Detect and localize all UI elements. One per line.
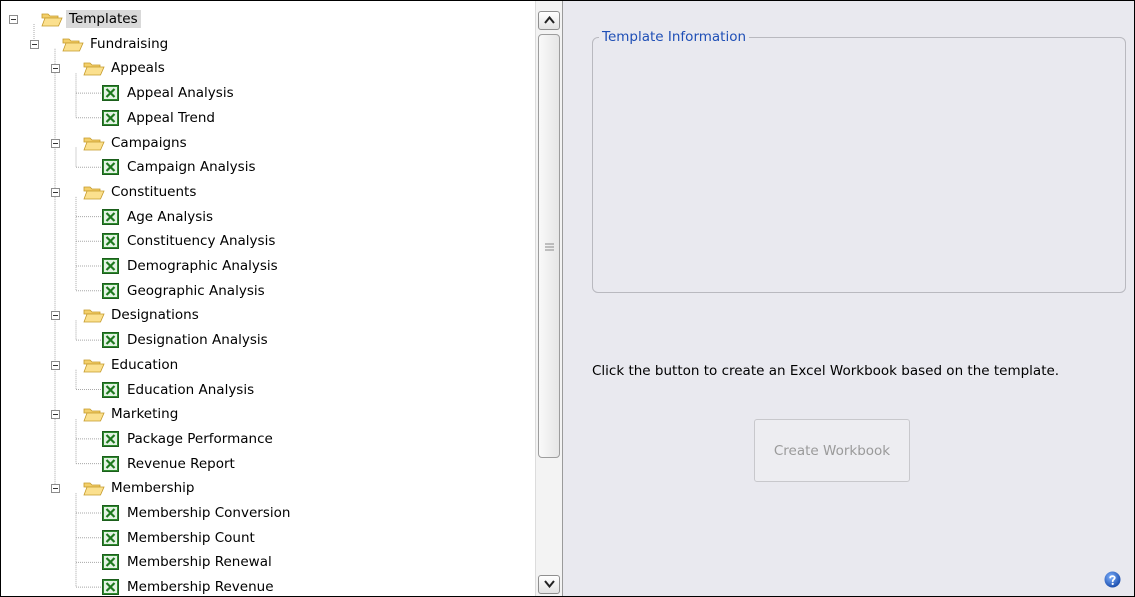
help-icon[interactable] [1104, 571, 1121, 588]
tree-node-fundraising[interactable]: Fundraising [62, 34, 171, 54]
tree-node-label: Appeal Trend [127, 109, 215, 126]
tree-node-membership-count[interactable]: Membership Count [102, 528, 258, 548]
excel-workbook-icon [102, 579, 119, 596]
tree-node-label: Revenue Report [127, 455, 235, 472]
tree-node-demographic-analysis[interactable]: Demographic Analysis [102, 256, 281, 276]
tree-node-designations[interactable]: Designations [83, 305, 202, 325]
collapse-icon[interactable] [51, 138, 60, 148]
tree-node-constituency-analysis[interactable]: Constituency Analysis [102, 231, 278, 251]
tree-node-geographic-analysis[interactable]: Geographic Analysis [102, 281, 268, 301]
excel-workbook-icon [102, 233, 119, 250]
excel-workbook-icon [102, 208, 119, 225]
open-folder-icon [62, 38, 84, 52]
tree-node-label: Age Analysis [127, 208, 214, 225]
tree-node-constituents[interactable]: Constituents [83, 182, 199, 202]
excel-workbook-icon [102, 109, 119, 126]
collapse-icon[interactable] [51, 484, 60, 494]
tree-node-label: Designation Analysis [127, 332, 268, 349]
tree-node-label: Designations [111, 307, 199, 324]
excel-workbook-icon [102, 282, 119, 299]
tree-node-label: Membership Revenue [127, 579, 274, 596]
tree-node-label: Templates [66, 10, 141, 28]
tree-node-label: Campaign Analysis [127, 159, 256, 176]
tree-node-marketing[interactable]: Marketing [83, 404, 181, 424]
tree-node-label: Education Analysis [127, 381, 255, 398]
tree-node-label: Demographic Analysis [127, 258, 278, 274]
tree-node-label: Constituency Analysis [127, 233, 276, 250]
tree-node-education-analysis[interactable]: Education Analysis [102, 380, 257, 400]
template-tree[interactable]: Templates Fundraising Appeals Appeal Analys… [1, 1, 535, 596]
open-folder-icon [83, 309, 105, 323]
open-folder-icon [83, 408, 105, 422]
excel-workbook-icon [102, 381, 119, 398]
excel-workbook-icon [102, 258, 119, 274]
instruction-text: Click the button to create an Excel Work… [592, 363, 1060, 379]
tree-node-membership-revenue[interactable]: Membership Revenue [102, 577, 277, 596]
tree-node-label: Constituents [111, 183, 197, 200]
collapse-icon[interactable] [51, 187, 60, 197]
collapse-icon[interactable] [51, 410, 60, 420]
collapse-icon[interactable] [30, 39, 39, 49]
tree-node-templates[interactable]: Templates [41, 9, 141, 29]
tree-node-appeals[interactable]: Appeals [83, 58, 168, 78]
open-folder-icon [83, 186, 105, 200]
excel-workbook-icon [102, 159, 119, 176]
tree-node-membership-conversion[interactable]: Membership Conversion [102, 503, 293, 523]
tree-node-label: Campaigns [111, 134, 187, 151]
tree-node-revenue-report[interactable]: Revenue Report [102, 454, 238, 474]
template-information-title: Template Information [599, 28, 750, 46]
open-folder-icon [83, 62, 105, 76]
chevron-down-icon [544, 580, 555, 588]
tree-node-label: Package Performance [127, 430, 273, 447]
tree-node-label: Marketing [111, 406, 179, 423]
scroll-thumb[interactable] [538, 34, 560, 458]
template-information-group: Template Information [592, 28, 1126, 293]
chevron-up-icon [544, 16, 555, 24]
scroll-up-button[interactable] [538, 11, 560, 30]
tree-node-label: Membership Renewal [127, 554, 272, 571]
tree-node-education[interactable]: Education [83, 355, 181, 375]
tree-node-label: Appeals [111, 60, 165, 77]
template-browser-window: Templates Fundraising Appeals Appeal Analys… [0, 0, 1135, 597]
tree-scrollbar[interactable] [535, 1, 563, 596]
excel-workbook-icon [102, 554, 119, 571]
excel-workbook-icon [102, 85, 119, 102]
collapse-icon[interactable] [51, 360, 60, 370]
tree-node-label: Membership [111, 480, 195, 497]
open-folder-icon [41, 13, 63, 27]
tree-node-label: Membership Conversion [127, 505, 291, 521]
excel-workbook-icon [102, 529, 119, 546]
collapse-icon[interactable] [9, 15, 18, 24]
grip-icon [545, 243, 554, 251]
open-folder-icon [83, 137, 105, 150]
tree-node-campaigns[interactable]: Campaigns [83, 133, 190, 153]
template-info-panel: Template Information Click the button to… [563, 1, 1134, 596]
tree-node-appeal-analysis[interactable]: Appeal Analysis [102, 83, 237, 103]
tree-node-campaign-analysis[interactable]: Campaign Analysis [102, 157, 258, 177]
tree-node-label: Membership Count [127, 529, 255, 546]
collapse-icon[interactable] [51, 64, 60, 74]
excel-workbook-icon [102, 455, 119, 472]
tree-node-label: Education [111, 356, 179, 373]
excel-workbook-icon [102, 332, 119, 349]
scroll-down-button[interactable] [538, 575, 560, 594]
open-folder-icon [83, 359, 105, 373]
excel-workbook-icon [102, 505, 119, 521]
tree-node-membership-renewal[interactable]: Membership Renewal [102, 552, 275, 572]
tree-node-label: Geographic Analysis [127, 282, 265, 299]
tree-node-membership[interactable]: Membership [83, 478, 197, 498]
tree-node-appeal-trend[interactable]: Appeal Trend [102, 108, 218, 128]
tree-node-designation-analysis[interactable]: Designation Analysis [102, 330, 271, 350]
create-workbook-button[interactable]: Create Workbook [754, 419, 910, 482]
tree-node-age-analysis[interactable]: Age Analysis [102, 207, 216, 227]
tree-node-label: Fundraising [90, 35, 169, 52]
collapse-icon[interactable] [51, 311, 60, 321]
tree-node-package-performance[interactable]: Package Performance [102, 429, 276, 449]
excel-workbook-icon [102, 430, 119, 447]
tree-node-label: Appeal Analysis [127, 85, 234, 102]
open-folder-icon [83, 482, 105, 496]
